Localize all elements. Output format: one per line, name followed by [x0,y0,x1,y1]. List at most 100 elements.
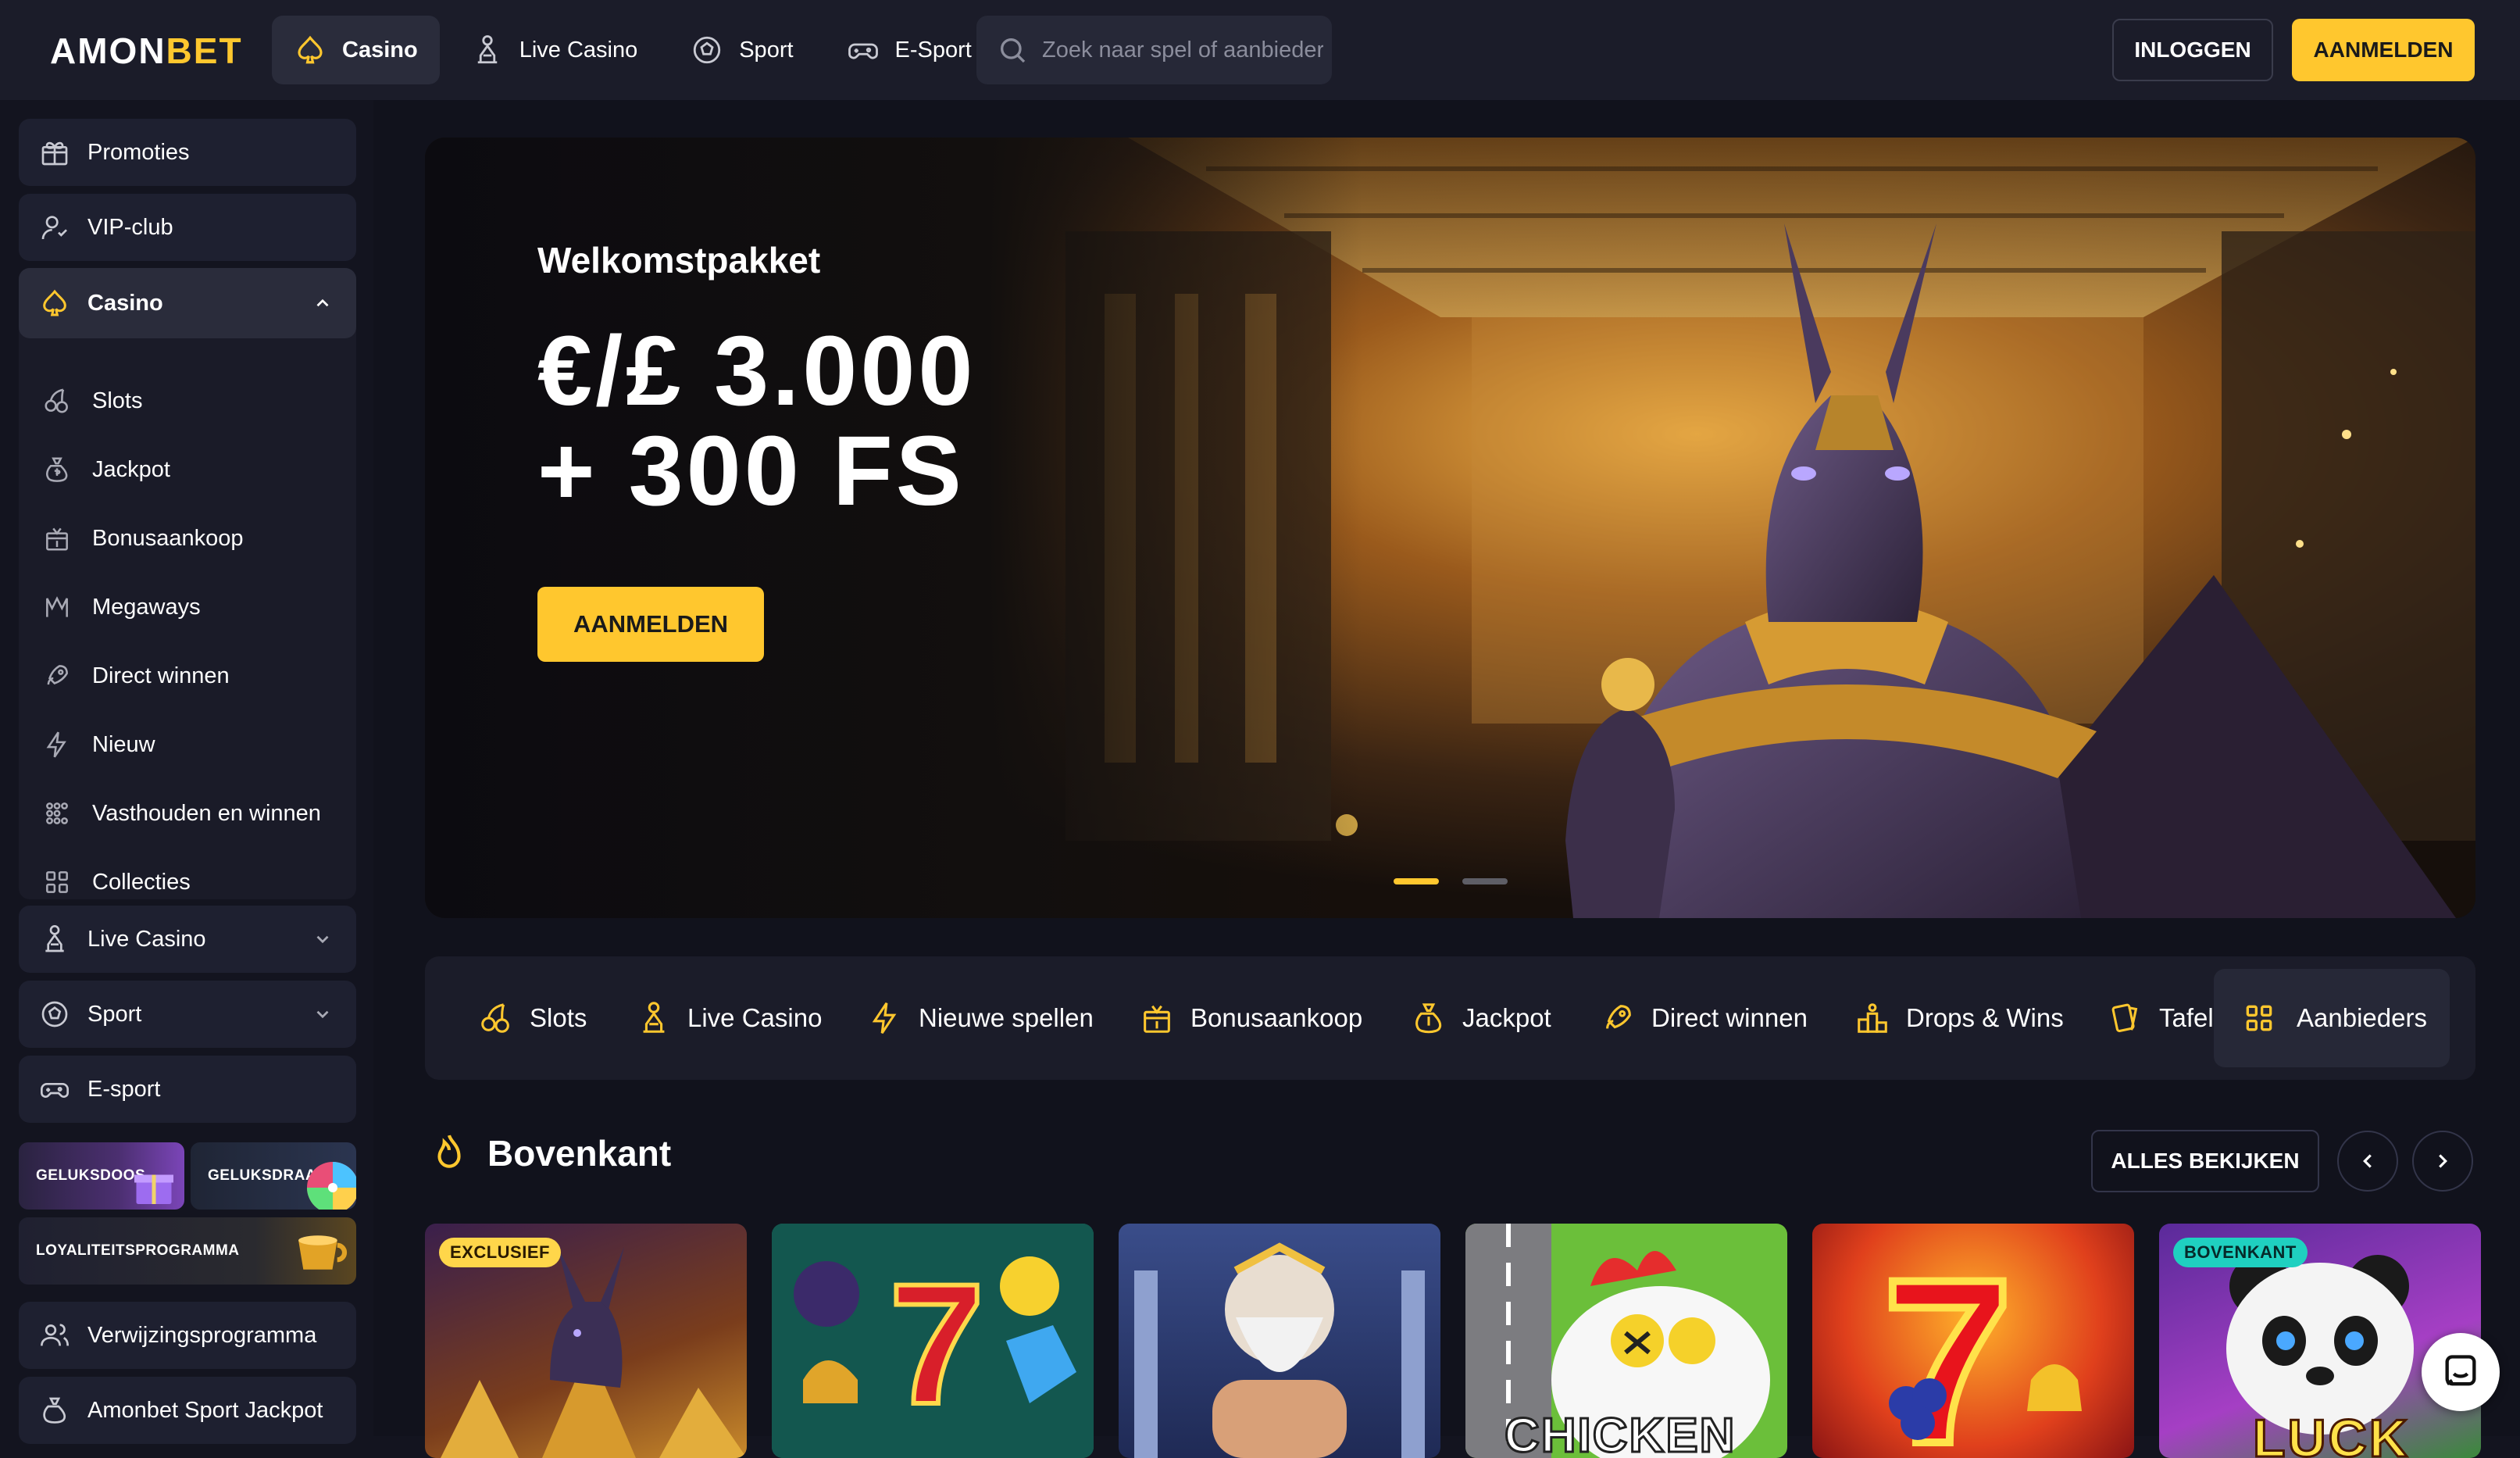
users-icon [41,1324,69,1346]
money-bag-icon [43,1397,66,1424]
lightning-icon [872,1002,897,1035]
sidebar-item-promotions[interactable]: Promoties [19,119,356,186]
main-nav: Casino Live Casino Sport E-Sport [272,16,1003,84]
fruit-slot-art: 7 [772,1224,1094,1458]
category-drops-wins[interactable]: Drops & Wins [1854,956,2064,1080]
hero-banner[interactable]: Welkomstpakket €/£ 3.000 + 300 FS AANMEL… [425,138,2475,918]
sidebar-item-sport-jackpot[interactable]: Amonbet Sport Jackpot [19,1377,356,1444]
sidebar-sub-hold-and-win[interactable]: Vasthouden en winnen [42,790,321,837]
nav-live-casino[interactable]: Live Casino [449,16,660,84]
chevron-down-icon [316,935,329,944]
top-bar: AMONBET Casino Live Casino Sport E-Sport… [0,0,2520,100]
sidebar-item-live-casino[interactable]: Live Casino [19,906,356,973]
prev-button[interactable] [2337,1131,2398,1192]
spade-icon [43,289,66,316]
sidebar-sub-new[interactable]: Nieuw [42,721,155,768]
hero-signup-button[interactable]: AANMELDEN [537,587,764,662]
chevron-down-icon [316,1010,329,1019]
badge-exclusive: EXCLUSIEF [439,1238,561,1267]
game-card[interactable]: 7 [1812,1224,2134,1458]
money-bag-icon [46,457,68,482]
game-card[interactable] [1119,1224,1440,1458]
vip-user-icon [41,216,67,240]
sidebar-item-vip[interactable]: VIP-club [19,194,356,261]
sidebar-item-esport[interactable]: E-sport [19,1056,356,1123]
lucky-box-tile[interactable]: GELUKSDOOS [19,1142,184,1210]
cards-icon [2111,1003,2138,1032]
gamepad-icon [41,1083,69,1098]
bonus-buy-icon [1144,1005,1170,1033]
megaways-icon [46,596,68,617]
signup-button[interactable]: AANMELDEN [2292,19,2475,81]
gift-box-icon [134,1174,173,1204]
badge-top: BOVENKANT [2173,1238,2308,1267]
section-header: Bovenkant [430,1131,671,1175]
hero-title: Welkomstpakket [537,240,821,281]
sidebar-casino-group: Casino Slots Jackpot Bonusaankoop Megawa… [19,268,356,899]
spade-icon [298,35,323,64]
sidebar-item-referral[interactable]: Verwijzingsprogramma [19,1302,356,1369]
gift-icon [41,141,68,166]
dealer-icon [477,35,497,64]
game-title-chicken: CHICKEN [1503,1408,1737,1458]
grid-icon [46,871,68,893]
category-slots[interactable]: Slots [478,956,587,1080]
amonbet-logo[interactable]: AMONBET [50,30,243,72]
see-all-button[interactable]: ALLES BEKIJKEN [2091,1130,2319,1192]
sidebar-sub-slots[interactable]: Slots [42,377,142,424]
game-card[interactable]: EXCLUSIEF [425,1224,747,1458]
category-table[interactable]: Tafel [2108,956,2214,1080]
nav-esport[interactable]: E-Sport [825,16,994,84]
flame-icon [437,1135,461,1168]
game-card[interactable]: BOVENKANT LUCK [2159,1224,2481,1458]
sidebar-sub-megaways[interactable]: Megaways [42,584,201,631]
dealer-icon [643,1002,665,1033]
zeus-art [1134,1242,1425,1458]
next-button[interactable] [2412,1131,2473,1192]
sidebar-item-sport[interactable]: Sport [19,981,356,1048]
login-button[interactable]: INLOGGEN [2112,19,2273,81]
game-card[interactable]: 7 [772,1224,1094,1458]
carousel-dot-2[interactable] [1462,878,1508,884]
category-bonus-buy[interactable]: Bonusaankoop [1139,956,1362,1080]
game-card[interactable]: CHICKEN [1465,1224,1787,1458]
wheel-icon [307,1162,356,1210]
search-input[interactable] [1042,37,1323,63]
lucky-wheel-tile[interactable]: GELUKSDRAAI [191,1142,356,1210]
chat-widget-button[interactable] [2422,1333,2500,1411]
sidebar-sub-jackpot[interactable]: Jackpot [42,446,170,493]
category-new-games[interactable]: Nieuwe spellen [867,956,1094,1080]
chevron-right-icon [2439,1154,2447,1168]
cherries-icon [45,388,68,413]
grid-icon [2246,1005,2272,1031]
providers-button[interactable]: Aanbieders [2214,969,2450,1067]
loyalty-program-tile[interactable]: LOYALITEITSPROGRAMMA [19,1217,356,1285]
lightning-icon [46,731,66,758]
carousel-dot-1[interactable] [1394,878,1439,884]
hero-amount-line2: + 300 FS [537,416,965,526]
podium-icon [1858,1003,1887,1033]
cup-icon [298,1235,348,1270]
cherries-icon [481,1003,509,1033]
soccer-ball-icon [41,1001,68,1027]
soccer-ball-icon [694,36,721,64]
sidebar: Promoties VIP-club Casino Slots Jackpot … [0,100,373,1444]
carousel-dots [1394,878,1508,884]
category-jackpot[interactable]: Jackpot [1411,956,1551,1080]
hero-amount-line1: €/£ 3.000 [537,316,976,426]
category-live-casino[interactable]: Live Casino [636,956,822,1080]
sidebar-sub-bonus-buy[interactable]: Bonusaankoop [42,515,244,562]
game-title-luck: LUCK [2252,1408,2410,1458]
category-bar: Slots Live Casino Nieuwe spellen Bonusaa… [425,956,2475,1080]
hero-amount: €/£ 3.000 + 300 FS [537,321,976,521]
sidebar-sub-collections[interactable]: Collecties [42,859,191,906]
nav-sport[interactable]: Sport [669,16,815,84]
category-instant-win[interactable]: Direct winnen [1600,956,1808,1080]
svg-text:7: 7 [889,1248,984,1440]
search-icon [1001,38,1026,63]
nav-casino[interactable]: Casino [272,16,440,84]
hold-and-win-icon [46,802,68,824]
money-bag-icon [1415,1003,1442,1034]
sidebar-sub-instant-win[interactable]: Direct winnen [42,652,230,699]
sidebar-item-casino[interactable]: Casino [19,268,356,338]
